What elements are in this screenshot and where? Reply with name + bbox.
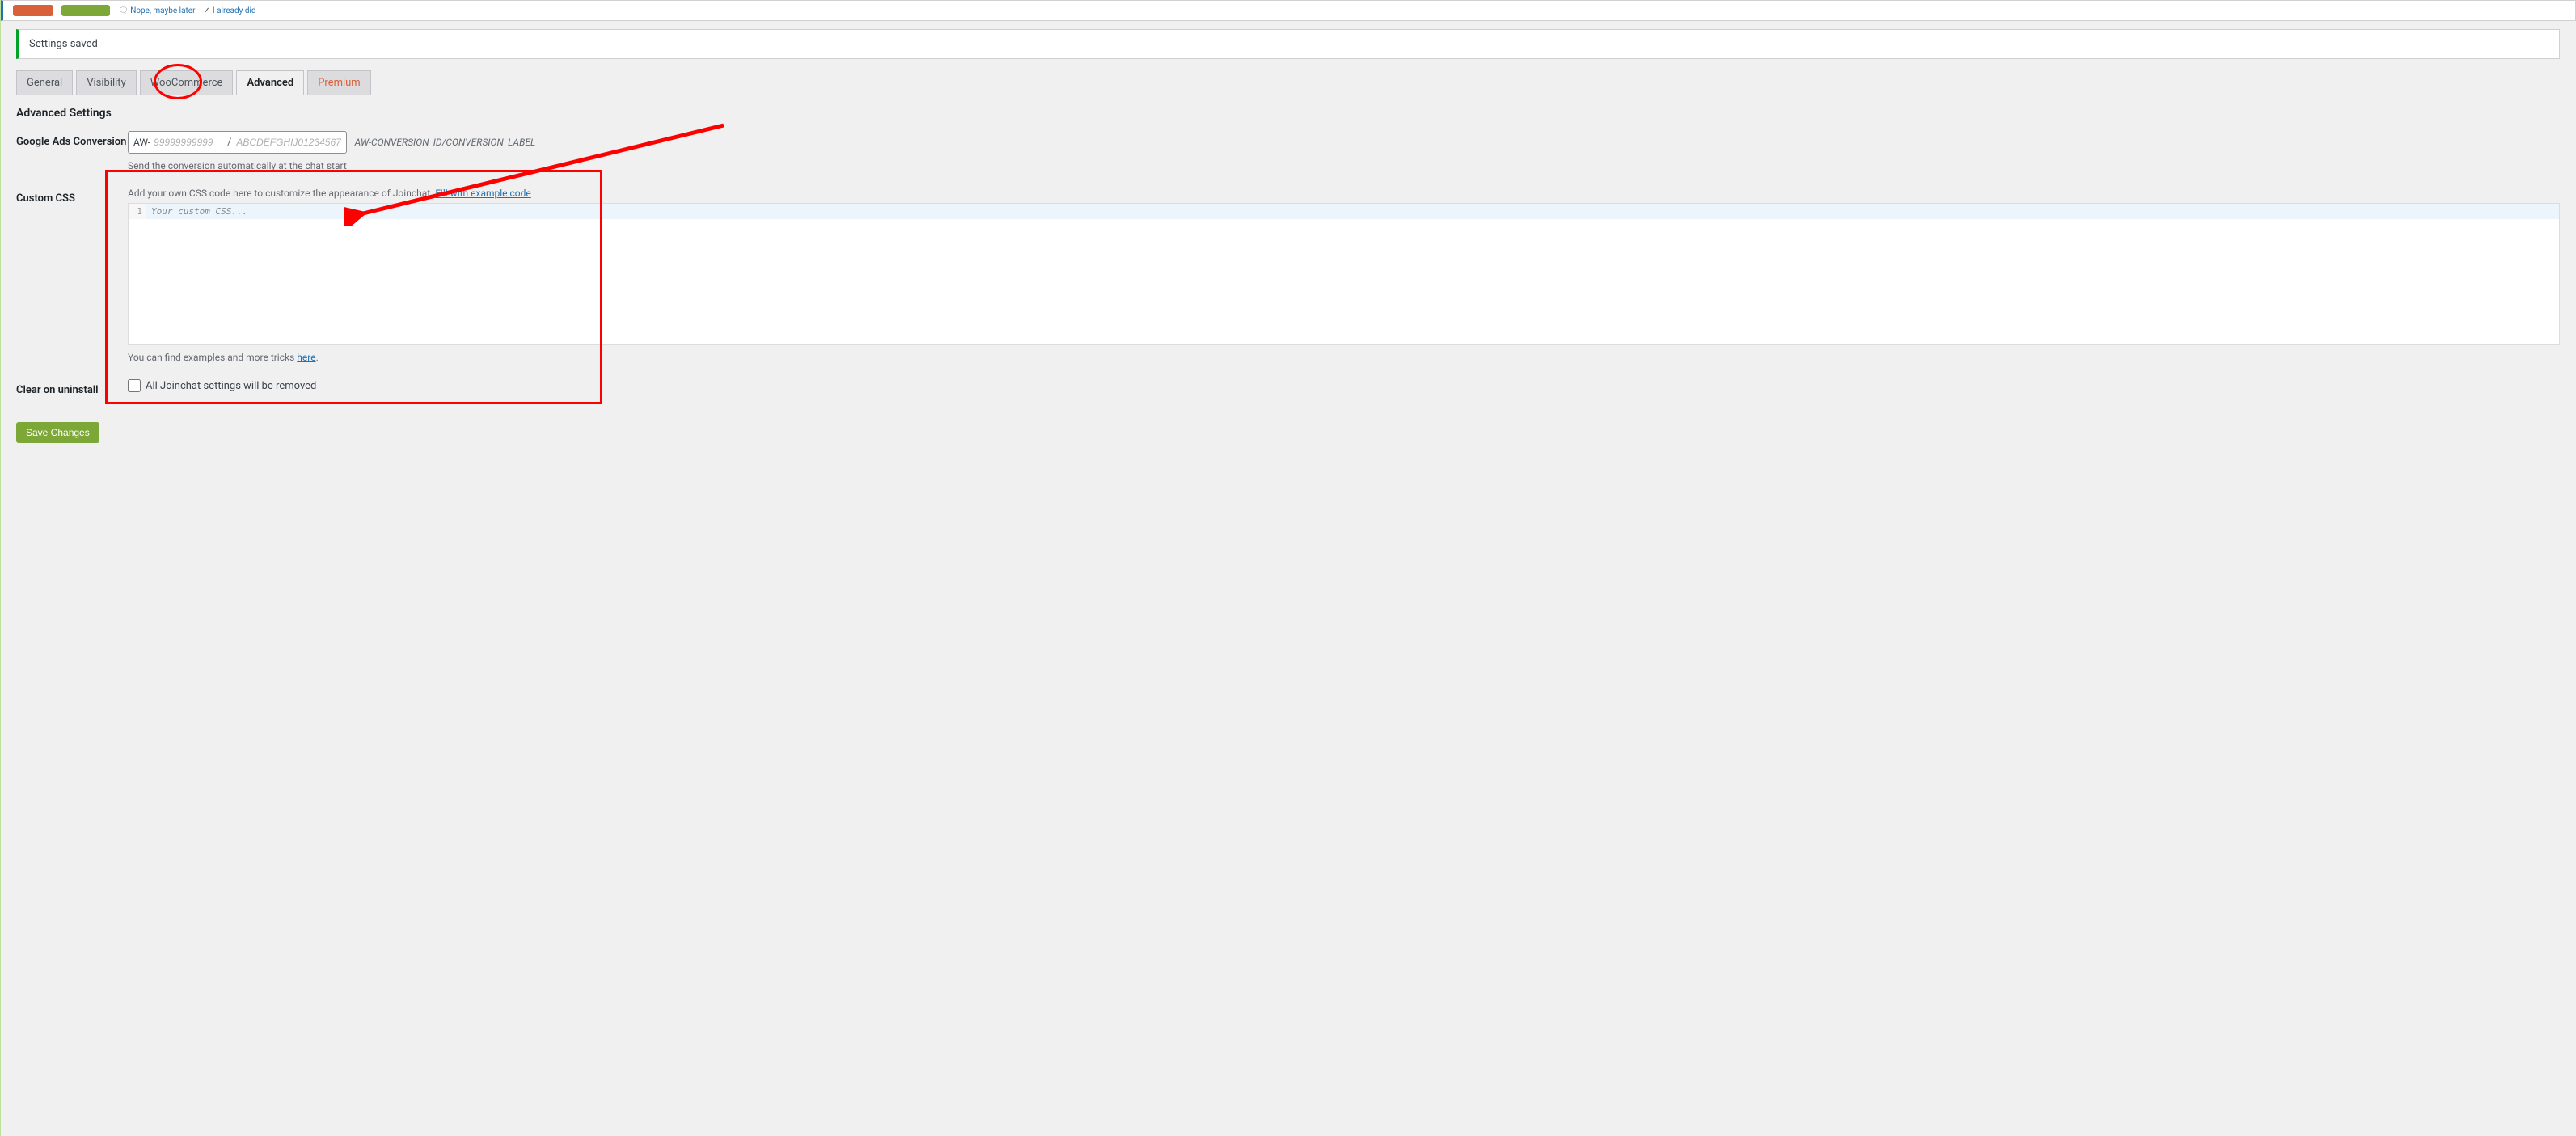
gads-input-group: AW- / (128, 131, 347, 154)
banner-green-button[interactable] (61, 5, 110, 16)
gads-conversion-id-input[interactable] (154, 137, 222, 148)
gads-prefix: AW- (133, 137, 150, 148)
save-changes-button[interactable]: Save Changes (16, 422, 99, 443)
custom-css-desc: Add your own CSS code here to customize … (128, 188, 2560, 199)
gads-separator: / (227, 137, 231, 149)
notice-text: Settings saved (29, 38, 98, 50)
custom-css-footer: You can find examples and more tricks he… (128, 352, 2560, 363)
css-line-number: 1 (129, 204, 146, 219)
banner-link-later[interactable]: 🗨 Nope, maybe later (118, 6, 196, 15)
css-editor[interactable]: 1 Your custom CSS... (128, 203, 2560, 345)
label-custom-css: Custom CSS (16, 188, 128, 205)
css-placeholder[interactable]: Your custom CSS... (146, 204, 2559, 219)
banner-link-done[interactable]: I already did (204, 6, 256, 15)
css-tricks-link[interactable]: here (297, 352, 315, 363)
gads-format-hint: AW-CONVERSION_ID/CONVERSION_LABEL (355, 137, 536, 148)
fill-example-link[interactable]: Fill with example code (435, 188, 530, 199)
label-clear-uninstall: Clear on uninstall (16, 379, 128, 396)
gads-conversion-label-input[interactable] (236, 137, 341, 148)
label-google-ads: Google Ads Conversion (16, 131, 128, 148)
settings-saved-notice: Settings saved (16, 29, 2560, 59)
gads-help-text: Send the conversion automatically at the… (128, 160, 2560, 171)
top-banner: 🗨 Nope, maybe later I already did (0, 0, 2576, 21)
clear-uninstall-checkbox[interactable] (128, 379, 141, 392)
row-clear-uninstall: Clear on uninstall All Joinchat settings… (16, 379, 2560, 396)
banner-orange-button[interactable] (13, 5, 53, 16)
css-editor-body[interactable] (129, 219, 2559, 344)
tab-general[interactable]: General (16, 70, 73, 95)
tab-bar: General Visibility WooCommerce Advanced … (16, 70, 2560, 95)
row-custom-css: Custom CSS Add your own CSS code here to… (16, 188, 2560, 363)
section-heading: Advanced Settings (16, 107, 2560, 120)
tab-premium[interactable]: Premium (307, 70, 371, 95)
tab-visibility[interactable]: Visibility (76, 70, 137, 95)
tab-advanced[interactable]: Advanced (236, 70, 304, 95)
tab-woocommerce[interactable]: WooCommerce (140, 70, 234, 95)
clear-uninstall-text: All Joinchat settings will be removed (146, 380, 316, 392)
row-google-ads: Google Ads Conversion AW- / AW-CONVERSIO… (16, 131, 2560, 171)
